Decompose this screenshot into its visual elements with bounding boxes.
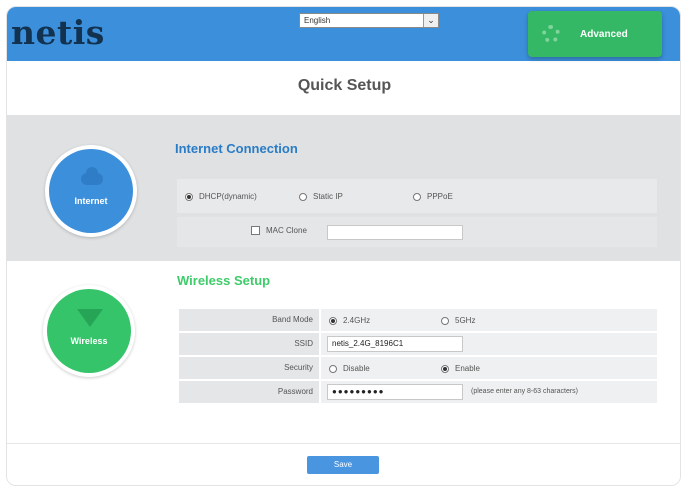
page-title: Quick Setup xyxy=(297,77,392,94)
internet-section: Internet Internet Connection DHCP(dynami… xyxy=(7,115,680,261)
radio-5ghz[interactable]: 5GHz xyxy=(441,316,475,325)
mac-clone-row: MAC Clone xyxy=(177,217,657,247)
radio-security-enable-label: Enable xyxy=(455,364,480,373)
mac-clone-input[interactable] xyxy=(327,225,463,240)
radio-24ghz-label: 2.4GHz xyxy=(343,316,371,325)
radio-static-ip[interactable]: Static IP xyxy=(299,192,343,201)
ssid-row: SSID netis_2.4G_8196C1 xyxy=(179,333,657,355)
radio-security-disable-indicator[interactable] xyxy=(329,364,337,373)
radio-5ghz-label: 5GHz xyxy=(455,316,476,325)
language-select[interactable]: English ⌄ xyxy=(299,13,439,28)
radio-security-disable[interactable]: Disable xyxy=(329,364,370,373)
radio-dhcp-label: DHCP(dynamic) xyxy=(199,192,257,201)
router-setup-page: netis English ⌄ Advanced Quick Setup Int… xyxy=(6,6,681,486)
radio-dhcp-indicator[interactable] xyxy=(185,192,193,201)
internet-badge-label: Internet xyxy=(74,196,108,206)
mac-clone-label: MAC Clone xyxy=(266,226,307,235)
mac-clone-checkbox-wrap[interactable]: MAC Clone xyxy=(251,226,307,235)
wireless-badge: Wireless xyxy=(43,285,135,377)
cloud-icon xyxy=(81,167,103,185)
wireless-settings-table: Band Mode 2.4GHz 5GHz SSID netis_2.4G_81… xyxy=(179,309,657,405)
radio-static-ip-indicator[interactable] xyxy=(299,192,307,201)
radio-static-ip-label: Static IP xyxy=(313,192,343,201)
footer-bar: Save xyxy=(7,443,680,485)
radio-pppoe-indicator[interactable] xyxy=(413,192,421,201)
password-label: Password xyxy=(179,381,319,403)
radio-dhcp[interactable]: DHCP(dynamic) xyxy=(185,192,257,201)
advanced-label: Advanced xyxy=(580,29,628,40)
mac-clone-checkbox[interactable] xyxy=(251,226,260,235)
wifi-icon xyxy=(77,309,103,327)
radio-24ghz-indicator[interactable] xyxy=(329,316,337,325)
wireless-setup-title: Wireless Setup xyxy=(177,273,271,288)
radio-pppoe-label: PPPoE xyxy=(427,192,453,201)
wireless-badge-label: Wireless xyxy=(70,336,108,346)
top-header: netis English ⌄ Advanced xyxy=(7,7,680,61)
radio-security-enable[interactable]: Enable xyxy=(441,364,480,373)
internet-badge: Internet xyxy=(45,145,137,237)
security-row: Security Disable Enable xyxy=(179,357,657,379)
band-mode-label: Band Mode xyxy=(179,309,319,331)
radio-pppoe[interactable]: PPPoE xyxy=(413,192,453,201)
password-row: Password ●●●●●●●●● (please enter any 8-6… xyxy=(179,381,657,403)
security-label: Security xyxy=(179,357,319,379)
ssid-label: SSID xyxy=(179,333,319,355)
radio-24ghz[interactable]: 2.4GHz xyxy=(329,316,370,325)
band-mode-row: Band Mode 2.4GHz 5GHz xyxy=(179,309,657,331)
radio-security-enable-indicator[interactable] xyxy=(441,364,449,373)
chevron-down-icon[interactable]: ⌄ xyxy=(423,14,438,27)
ssid-input[interactable]: netis_2.4G_8196C1 xyxy=(327,336,463,352)
language-value: English xyxy=(304,16,331,25)
gear-icon xyxy=(542,25,560,43)
connection-type-row: DHCP(dynamic) Static IP PPPoE xyxy=(177,179,657,213)
save-button[interactable]: Save xyxy=(307,456,379,474)
radio-5ghz-indicator[interactable] xyxy=(441,316,449,325)
wireless-section: Wireless Wireless Setup Band Mode 2.4GHz… xyxy=(7,261,680,443)
password-input[interactable]: ●●●●●●●●● xyxy=(327,384,463,400)
password-hint: (please enter any 8-63 characters) xyxy=(471,388,578,395)
internet-connection-title: Internet Connection xyxy=(175,141,298,156)
radio-security-disable-label: Disable xyxy=(343,364,370,373)
advanced-button[interactable]: Advanced xyxy=(528,11,662,57)
netis-logo: netis xyxy=(11,13,105,52)
